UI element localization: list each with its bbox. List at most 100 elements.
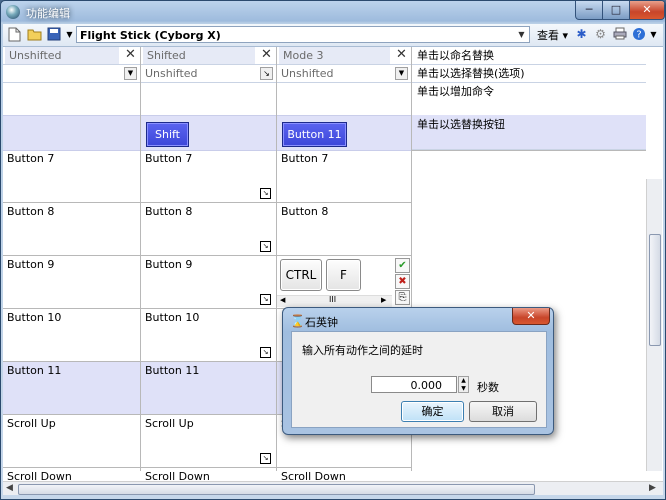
button-label: Button 7 bbox=[281, 152, 329, 165]
shift-button-band bbox=[3, 115, 140, 151]
title-bar: 功能编辑 ─ □ ✕ bbox=[1, 1, 665, 23]
table-row-editing[interactable]: CTRL F ✔ ✖ ⎘ ◀ III ▶ bbox=[277, 256, 411, 309]
scroll-right-icon[interactable]: ▶ bbox=[649, 483, 656, 493]
save-icon[interactable] bbox=[46, 27, 61, 42]
column-mode-select[interactable]: Unshifted ↘ bbox=[141, 65, 276, 83]
column-name-input[interactable]: Shifted bbox=[143, 47, 255, 64]
delay-stepper[interactable]: ▲ ▼ bbox=[458, 376, 469, 393]
column-mode-select[interactable]: ▼ bbox=[3, 65, 140, 83]
view-menu-arrow: ▾ bbox=[562, 29, 569, 42]
delay-input[interactable]: 0.000 bbox=[371, 376, 457, 393]
table-row[interactable]: Button 9 bbox=[3, 256, 140, 309]
window-title: 功能编辑 bbox=[26, 7, 70, 20]
key-ctrl-button[interactable]: CTRL bbox=[280, 259, 322, 291]
cancel-button[interactable]: 取消 bbox=[469, 401, 537, 422]
table-row[interactable]: Button 10 bbox=[3, 309, 140, 362]
table-row[interactable]: Button 7 ↘ bbox=[141, 150, 276, 203]
open-folder-icon[interactable] bbox=[27, 27, 42, 42]
corner-arrow-icon[interactable]: ↘ bbox=[260, 453, 271, 464]
vertical-scroll-thumb[interactable] bbox=[649, 234, 661, 346]
scroll-right-icon[interactable]: ▶ bbox=[381, 296, 386, 304]
dropdown-arrow-icon[interactable]: ▼ bbox=[62, 27, 77, 42]
column-mode-select[interactable]: Unshifted ▼ bbox=[277, 65, 411, 83]
scroll-left-icon[interactable]: ◀ bbox=[6, 483, 13, 493]
app-icon bbox=[6, 5, 20, 19]
profile-select[interactable]: Flight Stick (Cyborg X) ▼ bbox=[76, 26, 530, 43]
help-dropdown-icon[interactable]: ▼ bbox=[646, 27, 661, 42]
rename-hint[interactable]: 单击以命名替换 bbox=[412, 47, 646, 65]
select-alt-hint[interactable]: 单击以选择替换(选项) bbox=[412, 65, 646, 83]
divider bbox=[412, 150, 646, 151]
record-icon[interactable]: ⎘ bbox=[395, 290, 410, 305]
add-command-hint[interactable]: 单击以增加命令 bbox=[412, 83, 646, 100]
vertical-scrollbar[interactable] bbox=[646, 179, 662, 471]
table-row[interactable]: Button 7 bbox=[3, 150, 140, 203]
horizontal-scroll-thumb[interactable] bbox=[18, 484, 535, 495]
table-row[interactable]: Button 9 ↘ bbox=[141, 256, 276, 309]
delay-prompt: 输入所有动作之间的延时 bbox=[302, 344, 423, 357]
view-menu[interactable]: 查看 ▾ bbox=[537, 27, 568, 43]
chevron-down-icon[interactable]: ▼ bbox=[395, 67, 408, 80]
table-row[interactable]: Scroll Down bbox=[277, 468, 411, 483]
help-icon[interactable]: ? bbox=[631, 27, 646, 42]
select-button-hint[interactable]: 单击以选替换按钮 bbox=[412, 115, 646, 150]
corner-arrow-icon[interactable]: ↘ bbox=[260, 347, 271, 358]
table-row[interactable]: Button 8 bbox=[3, 203, 140, 256]
gear-icon[interactable]: ⚙ bbox=[593, 27, 608, 42]
maximize-button[interactable]: □ bbox=[602, 1, 630, 20]
table-row[interactable]: Button 11 bbox=[141, 362, 276, 415]
corner-arrow-icon[interactable]: ↘ bbox=[260, 188, 271, 199]
horizontal-scrollbar[interactable]: ◀ ▶ bbox=[3, 481, 663, 495]
shift-mode-button[interactable]: Shift bbox=[146, 122, 189, 147]
button-label: Scroll Up bbox=[145, 417, 194, 430]
close-icon[interactable]: ✕ bbox=[124, 48, 137, 61]
column-name-header: Shifted ✕ bbox=[141, 47, 276, 65]
table-row[interactable]: Scroll Up bbox=[3, 415, 140, 468]
close-icon[interactable]: ✕ bbox=[395, 48, 408, 61]
table-row[interactable]: Button 11 bbox=[3, 362, 140, 415]
table-row[interactable]: Scroll Down bbox=[141, 468, 276, 483]
scroll-left-icon[interactable]: ◀ bbox=[280, 296, 285, 304]
scroll-thumb-grip[interactable]: III bbox=[329, 295, 336, 304]
asterisk-icon[interactable]: ✱ bbox=[574, 27, 589, 42]
ok-button[interactable]: 确定 bbox=[401, 401, 464, 422]
new-file-icon[interactable] bbox=[7, 27, 22, 42]
macro-scrollbar[interactable]: ◀ III ▶ bbox=[277, 295, 392, 307]
accept-icon[interactable]: ✔ bbox=[395, 258, 410, 273]
column-name-input[interactable]: Unshifted bbox=[5, 47, 119, 64]
button-label: Button 11 bbox=[145, 364, 200, 377]
button-label: Button 7 bbox=[7, 152, 55, 165]
table-row[interactable]: Button 8 ↘ bbox=[141, 203, 276, 256]
button-label: Scroll Up bbox=[7, 417, 56, 430]
button-label: Button 7 bbox=[145, 152, 193, 165]
table-row[interactable]: Scroll Down bbox=[3, 468, 140, 483]
close-icon[interactable]: ✕ bbox=[260, 48, 273, 61]
column-shifted: Shifted ✕ Unshifted ↘ Shift Button 7 ↘ Bu… bbox=[141, 47, 277, 483]
button-label: Button 10 bbox=[7, 311, 62, 324]
corner-arrow-icon[interactable]: ↘ bbox=[260, 67, 273, 80]
mode-3-button[interactable]: Button 11 bbox=[282, 122, 347, 147]
corner-arrow-icon[interactable]: ↘ bbox=[260, 294, 271, 305]
column-name-input[interactable]: Mode 3 bbox=[279, 47, 390, 64]
table-row[interactable]: Button 7 bbox=[277, 150, 411, 203]
dialog-close-button[interactable]: ✕ bbox=[512, 308, 550, 325]
column-name-header: Mode 3 ✕ bbox=[277, 47, 411, 65]
button-label: Button 8 bbox=[145, 205, 193, 218]
corner-arrow-icon[interactable]: ↘ bbox=[260, 241, 271, 252]
close-button[interactable]: ✕ bbox=[629, 1, 665, 20]
dialog-body: 输入所有动作之间的延时 0.000 ▲ ▼ 秒数 确定 取消 bbox=[291, 331, 547, 428]
shift-button-band: Button 11 bbox=[277, 115, 411, 151]
hourglass-icon: ⌛ bbox=[290, 314, 305, 328]
key-f-button[interactable]: F bbox=[326, 259, 361, 291]
print-icon[interactable] bbox=[612, 27, 627, 42]
chevron-down-icon[interactable]: ▼ bbox=[124, 67, 137, 80]
column-name-header: Unshifted ✕ bbox=[3, 47, 140, 65]
minimize-button[interactable]: ─ bbox=[575, 1, 603, 20]
table-row[interactable]: Button 8 bbox=[277, 203, 411, 256]
table-row[interactable]: Button 10 ↘ bbox=[141, 309, 276, 362]
reject-icon[interactable]: ✖ bbox=[395, 274, 410, 289]
chevron-down-icon[interactable]: ▼ bbox=[515, 28, 528, 41]
status-bar bbox=[3, 495, 663, 499]
dialog-title: 石英钟 bbox=[305, 316, 338, 329]
table-row[interactable]: Scroll Up ↘ bbox=[141, 415, 276, 468]
